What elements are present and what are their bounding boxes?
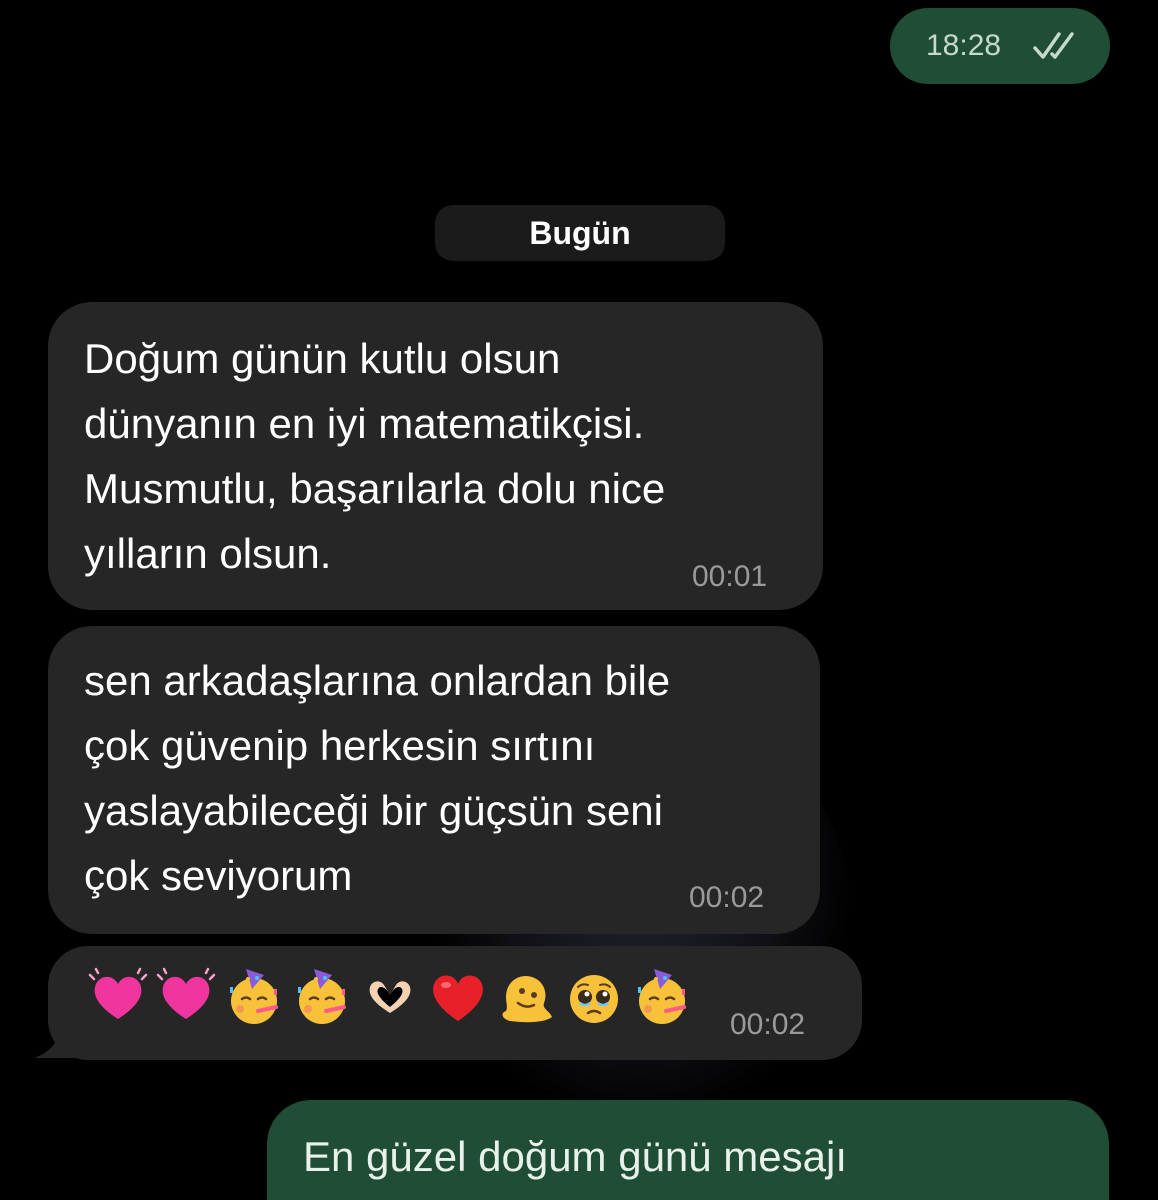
melting-face-icon bbox=[502, 975, 552, 1023]
message-time: 00:01 bbox=[692, 560, 768, 593]
chat-view[interactable]: 18:28 Bugün Doğum günün kutlu olsun düny… bbox=[0, 0, 1158, 1200]
message-text: Doğum günün kutlu olsun dünyanın en iyi … bbox=[84, 335, 666, 577]
incoming-message-bubble[interactable]: Doğum günün kutlu olsun dünyanın en iyi … bbox=[48, 302, 823, 610]
party-face-icon bbox=[638, 969, 686, 1024]
heart-hands-icon bbox=[369, 981, 411, 1013]
pink-heart-icon bbox=[156, 967, 216, 1019]
double-check-icon bbox=[1033, 32, 1074, 59]
message-text: En güzel doğum günü mesajı bbox=[303, 1133, 848, 1180]
message-time: 00:02 bbox=[689, 881, 765, 914]
emoji-sequence bbox=[88, 966, 692, 1028]
message-time: 00:02 bbox=[730, 1008, 806, 1041]
party-face-icon bbox=[298, 969, 346, 1024]
message-time: 18:28 bbox=[926, 29, 1002, 62]
outgoing-message-bubble[interactable]: 18:28 bbox=[890, 8, 1110, 84]
pleading-face-icon bbox=[570, 975, 618, 1023]
outgoing-message-bubble[interactable]: En güzel doğum günü mesajı bbox=[267, 1100, 1109, 1200]
message-text: sen arkadaşlarına onlardan bile çok güve… bbox=[84, 657, 671, 899]
incoming-message-bubble[interactable]: sen arkadaşlarına onlardan bile çok güve… bbox=[48, 626, 820, 934]
party-face-icon bbox=[230, 969, 278, 1024]
date-separator: Bugün bbox=[435, 205, 725, 261]
pink-heart-icon bbox=[88, 967, 148, 1019]
red-heart-icon bbox=[433, 975, 483, 1021]
